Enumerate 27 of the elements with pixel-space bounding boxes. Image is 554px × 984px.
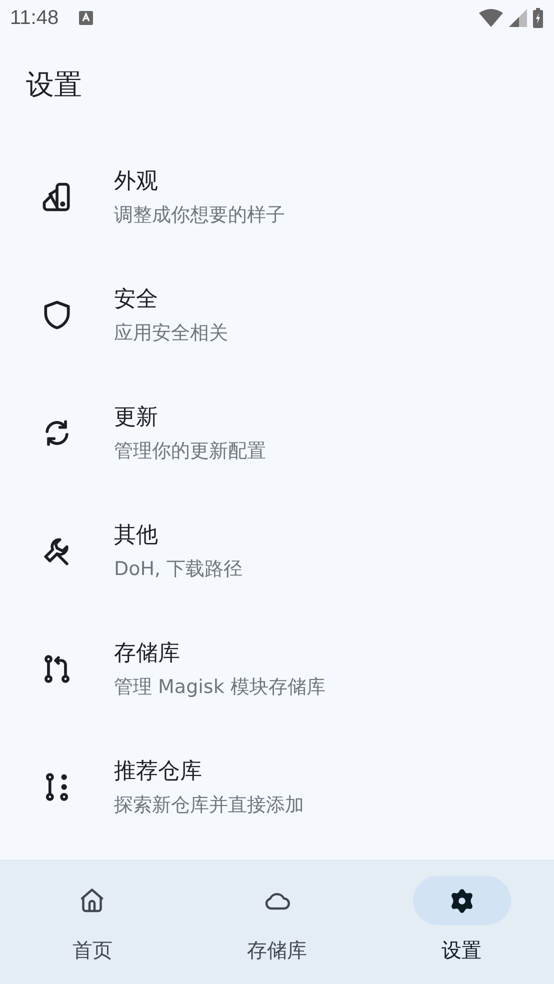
settings-item[interactable]: 推荐仓库 探索新仓库并直接添加	[0, 728, 554, 846]
nav-tab[interactable]: 设置	[369, 861, 554, 984]
nav-tab[interactable]: 首页	[0, 861, 185, 984]
settings-item[interactable]: 外观 调整成你想要的样子	[0, 138, 554, 256]
item-subtitle: 应用安全相关	[114, 321, 228, 346]
settings-item[interactable]: 存储库 管理 Magisk 模块存储库	[0, 610, 554, 728]
item-subtitle: 调整成你想要的样子	[114, 203, 285, 228]
signal-icon	[509, 9, 527, 27]
settings-item[interactable]: 其他 DoH, 下载路径	[0, 492, 554, 610]
battery-icon	[533, 8, 543, 28]
wifi-icon	[479, 9, 503, 27]
settings-item[interactable]: 更新 管理你的更新配置	[0, 374, 554, 492]
status-time: 11:48	[10, 6, 59, 30]
nav-tab[interactable]: 存储库	[184, 861, 370, 984]
settings-item[interactable]: 安全 应用安全相关	[0, 256, 554, 374]
keyboard-notification-icon	[78, 11, 93, 25]
page-title: 设置	[25, 67, 83, 103]
item-title: 存储库	[114, 640, 181, 668]
item-title: 更新	[114, 404, 159, 432]
item-subtitle: DoH, 下载路径	[114, 557, 243, 582]
item-title: 其他	[114, 522, 159, 550]
item-subtitle: 探索新仓库并直接添加	[114, 793, 304, 818]
item-title: 安全	[114, 286, 159, 314]
item-title: 外观	[114, 168, 159, 196]
item-title: 推荐仓库	[114, 758, 203, 786]
item-subtitle: 管理你的更新配置	[114, 439, 266, 464]
item-subtitle: 管理 Magisk 模块存储库	[114, 675, 326, 700]
